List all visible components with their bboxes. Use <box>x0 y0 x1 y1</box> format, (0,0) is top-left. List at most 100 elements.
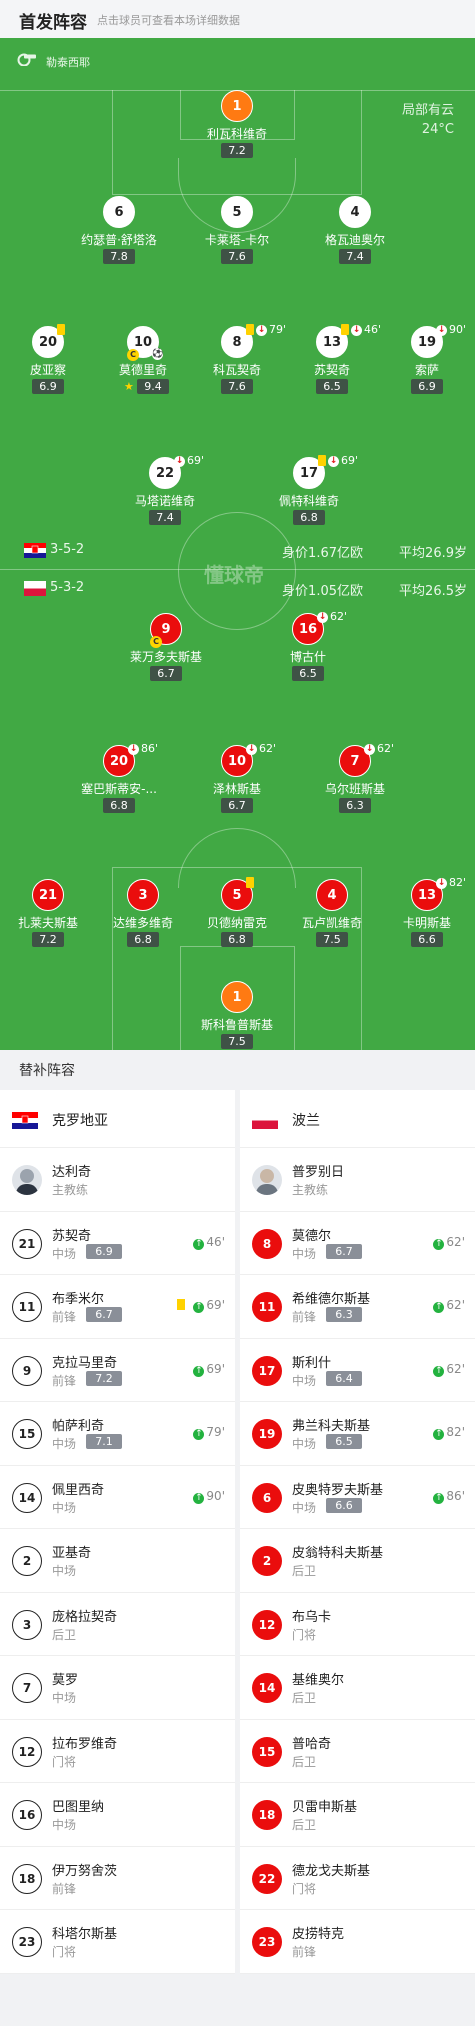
home-value: 身价1.67亿欧 <box>282 546 363 561</box>
player-rating: 6.9 <box>32 379 64 394</box>
shirt-number: 15 <box>252 1736 282 1767</box>
weather-text: 局部有云 <box>401 103 454 118</box>
player-rating: 6.7 <box>221 798 253 813</box>
substitutes-title: 替补阵容 <box>19 1063 75 1079</box>
bench-player-row[interactable]: 16 巴图里纳 中场 <box>0 1783 235 1847</box>
away-coach-row[interactable]: 普罗别日 主教练 <box>240 1148 475 1212</box>
away-player[interactable]: 20 ↓ 86' 塞巴斯蒂安-... 6.8 <box>61 742 177 821</box>
bench-player-row[interactable]: 21 苏契奇 中场 6.9 ↑ 46' <box>0 1212 235 1275</box>
croatia-flag-icon <box>12 1112 38 1129</box>
home-player[interactable]: 22 ↓ 69' 马塔诺维奇 7.4 <box>107 454 223 533</box>
player-position: 中场 <box>52 1246 77 1261</box>
shirt-number: 17 <box>252 1355 282 1386</box>
bench-player-row[interactable]: 17 斯利什 中场 6.4 ↑ 62' <box>240 1339 475 1402</box>
bench-player-row[interactable]: 22 德龙戈夫斯基 门将 <box>240 1847 475 1910</box>
bench-player-row[interactable]: 15 帕萨利奇 中场 7.1 ↑ 79' <box>0 1402 235 1466</box>
player-name: 基维奥尔 <box>292 1673 345 1688</box>
player-position: 中场 <box>52 1691 77 1705</box>
player-rating: 7.5 <box>316 932 348 947</box>
player-name: 博古什 <box>289 650 326 664</box>
bench-player-row[interactable]: 3 庞格拉契奇 后卫 <box>0 1593 235 1656</box>
bench-player-row[interactable]: 18 贝雷申斯基 后卫 <box>240 1783 475 1847</box>
home-player[interactable]: 4 格瓦迪奥尔 7.4 <box>297 196 413 272</box>
bench-player-row[interactable]: 6 皮奥特罗夫斯基 中场 6.6 ↑ 86' <box>240 1466 475 1529</box>
away-player[interactable]: 7 ↓ 62' 乌尔班斯基 6.3 <box>297 742 413 821</box>
bench-player-row[interactable]: 19 弗兰科夫斯基 中场 6.5 ↑ 82' <box>240 1402 475 1466</box>
player-rating: 6.7 <box>326 1243 362 1259</box>
bench-player-row[interactable]: 23 皮捞特克 前锋 <box>240 1910 475 1974</box>
coach-avatar <box>252 1165 282 1195</box>
sub-in-time: ↑ 62' <box>433 1298 465 1313</box>
referee-name: 勒泰西耶 <box>46 56 90 69</box>
shirt-number: 15 <box>12 1419 42 1449</box>
sub-out-icon: ↓ <box>246 744 257 755</box>
sub-out-icon: ↓ <box>317 612 328 623</box>
home-avg-age: 平均26.9岁 <box>399 546 467 561</box>
shirt-number: 2 <box>12 1546 42 1576</box>
player-position: 后卫 <box>52 1627 77 1642</box>
bench-player-row[interactable]: 11 希维德尔斯基 前锋 6.3 ↑ 62' <box>240 1275 475 1339</box>
player-name: 马塔诺维奇 <box>134 494 195 508</box>
player-name: 科塔尔斯基 <box>52 1927 118 1942</box>
home-player[interactable]: 1 利瓦科维奇 7.2 <box>179 90 295 166</box>
bench-player-row[interactable]: 15 普哈奇 后卫 <box>240 1720 475 1783</box>
sub-minute: 82' <box>449 876 467 889</box>
bench-player-row[interactable]: 14 基维奥尔 后卫 <box>240 1656 475 1720</box>
shirt-number: 9 <box>12 1355 42 1386</box>
player-position: 中场 <box>292 1500 317 1515</box>
player-name: 乌尔班斯基 <box>324 782 385 796</box>
poland-flag-icon <box>252 1112 278 1129</box>
shirt-number: 4 <box>339 196 371 228</box>
bench-player-row[interactable]: 14 佩里西奇 中场 ↑ 90' <box>0 1466 235 1529</box>
home-player[interactable]: 6 约瑟普·舒塔洛 7.8 <box>61 196 177 272</box>
sub-in-time: ↑ 79' <box>193 1425 225 1440</box>
bench-player-row[interactable]: 2 皮翁特科夫斯基 后卫 <box>240 1529 475 1593</box>
bench-player-row[interactable]: 2 亚基奇 中场 <box>0 1529 235 1593</box>
away-team-name: 波兰 <box>292 1113 320 1129</box>
shirt-number: 12 <box>12 1736 42 1767</box>
player-rating: 6.8 <box>221 932 253 947</box>
bench-player-row[interactable]: 12 布乌卡 门将 <box>240 1593 475 1656</box>
player-name: 亚基奇 <box>52 1546 92 1561</box>
sub-minute: 82' <box>446 1425 465 1439</box>
home-player[interactable]: 5 卡莱塔-卡尔 7.6 <box>179 196 295 272</box>
bench-player-row[interactable]: 12 拉布罗维奇 门将 <box>0 1720 235 1783</box>
shirt-number: 14 <box>252 1673 282 1703</box>
bench-player-row[interactable]: 18 伊万努舍茨 前锋 <box>0 1847 235 1910</box>
coach-avatar <box>12 1165 42 1195</box>
player-rating: 6.5 <box>292 666 324 681</box>
away-player[interactable]: 1 斯科鲁普斯基 7.5 <box>179 981 295 1050</box>
coach-name: 普罗别日 <box>292 1165 345 1180</box>
player-name: 约瑟普·舒塔洛 <box>81 233 157 247</box>
poland-flag-icon <box>24 581 46 596</box>
bench-player-row[interactable]: 9 克拉马里奇 前锋 7.2 ↑ 69' <box>0 1339 235 1402</box>
home-coach-row[interactable]: 达利奇 主教练 <box>0 1148 235 1212</box>
bench-player-row[interactable]: 8 莫德尔 中场 6.7 ↑ 62' <box>240 1212 475 1275</box>
away-player[interactable]: 16 ↓ 62' 博古什 6.5 <box>250 610 366 689</box>
player-rating: 6.6 <box>411 932 443 947</box>
bench-player-row[interactable]: 23 科塔尔斯基 门将 <box>0 1910 235 1974</box>
sub-in-icon: ↑ <box>433 1492 445 1504</box>
sub-out-icon: ↓ <box>436 878 447 889</box>
player-name: 斯利什 <box>292 1355 332 1371</box>
player-rating: 6.3 <box>326 1307 362 1322</box>
yellow-card-icon <box>177 1299 185 1310</box>
bench-player-row[interactable]: 11 布季米尔 前锋 6.7 ↑ 69' <box>0 1275 235 1339</box>
home-player[interactable]: 17 ↓ 69' 佩特科维奇 6.8 <box>251 454 367 533</box>
sub-minute: 62' <box>330 610 348 623</box>
sub-out-icon: ↓ <box>328 456 339 467</box>
away-player[interactable]: 9 C 莱万多夫斯基 6.7 <box>108 613 224 689</box>
player-rating: 6.9 <box>86 1243 122 1259</box>
sub-minute: 62' <box>446 1298 465 1312</box>
away-player[interactable]: 13 ↓ 82' 卡明斯基 6.6 <box>369 876 475 955</box>
shirt-number: 23 <box>252 1927 282 1957</box>
home-player[interactable]: 19 ↓ 90' 索萨 6.9 <box>369 323 475 402</box>
player-name: 卡莱塔-卡尔 <box>204 233 270 247</box>
sub-minute: 86' <box>446 1488 465 1503</box>
bench-player-row[interactable]: 7 莫罗 中场 <box>0 1656 235 1720</box>
player-rating: 7.2 <box>32 932 64 947</box>
away-player[interactable]: 10 ↓ 62' 泽林斯基 6.7 <box>179 742 295 821</box>
sub-in-time: ↑ 62' <box>433 1235 465 1250</box>
home-team-header: 克罗地亚 <box>0 1090 235 1148</box>
shirt-number: 21 <box>32 879 64 911</box>
